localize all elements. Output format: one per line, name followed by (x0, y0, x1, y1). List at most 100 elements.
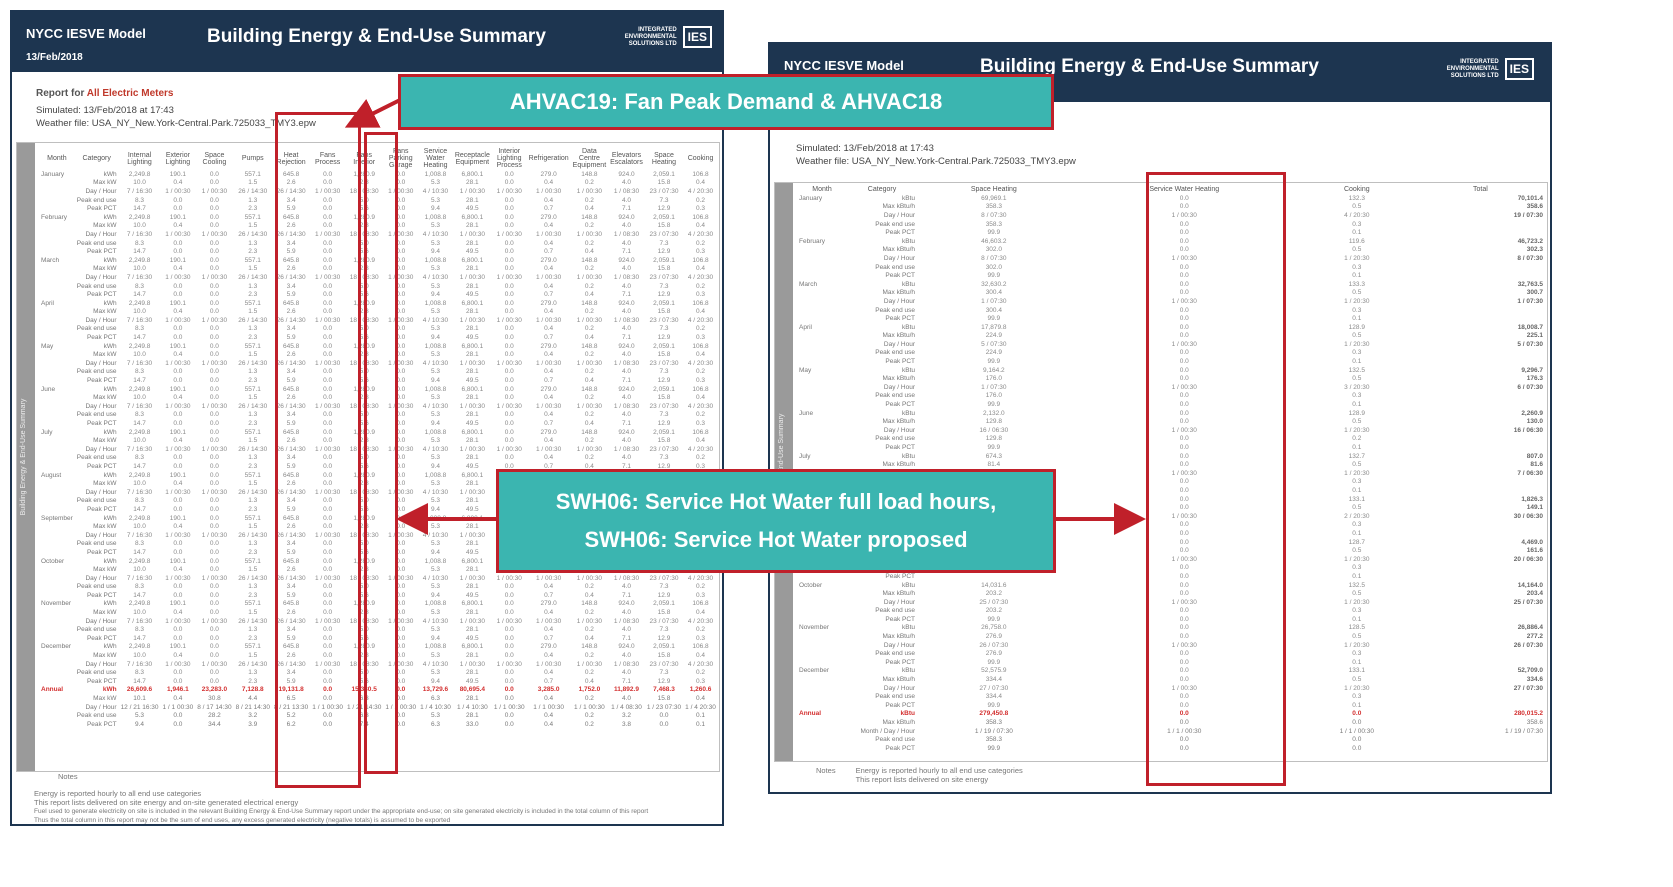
value-cell: 7 / 16:30 (126, 316, 153, 324)
value-cell: 7.1 (621, 377, 631, 385)
category-cell: Peak PCT (885, 701, 915, 709)
value-cell: 0.0 (209, 411, 219, 419)
value-cell: 25 / 07:30 (1513, 598, 1543, 606)
value-cell: 8 / 07:30 (981, 254, 1007, 262)
category-cell: Peak end use (76, 712, 117, 720)
value-cell: 0.1 (1352, 572, 1362, 580)
value-cell: 1 / 00:30 (576, 574, 603, 582)
category-cell: Peak end use (76, 368, 117, 376)
value-cell: 1.5 (248, 265, 258, 273)
value-cell: 1 / 00:30 (165, 445, 191, 453)
value-cell: 0.7 (544, 248, 554, 256)
value-cell: 1 / 00:30 (535, 273, 562, 281)
value-cell: 0.4 (544, 583, 554, 591)
value-cell: 0.4 (696, 351, 706, 359)
value-cell: 0.0 (173, 720, 183, 728)
report-for: Report for All Electric Meters (36, 88, 173, 99)
value-cell: 0.4 (584, 248, 594, 256)
value-cell: 4.0 (621, 454, 631, 462)
value-cell: 5.3 (430, 609, 440, 617)
note-line: Thus the total column in this report may… (34, 817, 451, 824)
value-cell: 9.4 (430, 677, 440, 685)
value-cell: 26,609.6 (126, 686, 153, 694)
value-cell: 5.3 (430, 239, 440, 247)
value-cell: 0.2 (584, 394, 594, 402)
model-name: NYCC IESVE Model (26, 26, 146, 41)
value-cell: 7.3 (659, 196, 669, 204)
value-cell: 0.0 (173, 591, 183, 599)
value-cell: 1 / 00:30 (535, 445, 562, 453)
value-cell: 0.0 (209, 282, 219, 290)
value-cell: 1 / 00:30 (718, 617, 719, 626)
value-cell: 49.5 (466, 634, 479, 642)
category-cell: Max kBtu/h (882, 375, 915, 383)
value-cell: 0.0 (504, 428, 514, 436)
value-cell: 1 / 00:30 (496, 230, 522, 238)
value-cell: 10.0 (133, 523, 146, 531)
value-cell: 49.5 (466, 291, 479, 299)
value-cell: 0.0 (173, 291, 183, 299)
value-cell: 106.8 (692, 213, 709, 221)
model-name: NYCC IESVE Model (784, 58, 904, 73)
value-cell: 15.8 (657, 179, 671, 187)
value-cell: 0.3 (696, 377, 706, 385)
value-cell: 1 / 00:30 (459, 574, 485, 582)
value-cell: 5.3 (430, 583, 440, 591)
value-cell: 4 / 20:30 (687, 273, 714, 281)
month-cell (797, 727, 847, 736)
value-cell: 0.5 (1352, 633, 1362, 641)
value-cell: 7.3 (659, 583, 669, 591)
category-cell: Max kBtu/h (882, 461, 915, 469)
value-cell: 7 / 16:30 (126, 574, 153, 582)
value-cell: 5.3 (430, 523, 440, 531)
value-cell: 148.8 (581, 342, 598, 350)
value-cell: 0.5 (1352, 375, 1362, 383)
value-cell: 8 / 07:30 (1517, 254, 1543, 262)
month-cell (797, 735, 847, 744)
value-cell: 33.0 (466, 720, 479, 728)
value-cell: -3.4 (718, 694, 719, 703)
value-cell: 0.0 (659, 712, 669, 720)
value-cell: 0.2 (696, 239, 706, 247)
value-cell: 1 / 00:30 (201, 230, 228, 238)
month-cell (797, 426, 847, 435)
value-cell: 190.1 (169, 213, 187, 221)
value-cell: 6,800.1 (461, 213, 484, 221)
value-cell: 28.1 (466, 411, 479, 419)
value-cell: 0.4 (544, 179, 554, 187)
category-cell: Day / Hour (85, 703, 117, 711)
value-cell: 300.4 (985, 289, 1002, 297)
category-cell: Peak PCT (86, 462, 117, 470)
value-cell: 4.0 (621, 265, 631, 273)
value-cell: 4 / 10:30 (422, 445, 449, 453)
value-cell: 279.0 (540, 213, 557, 221)
value-cell: 7 / 16:30 (126, 531, 153, 539)
column-header: Data Centre Equipment (572, 148, 607, 169)
value-cell: 279.0 (540, 256, 557, 264)
category-cell: Peak end use (875, 263, 915, 271)
value-cell: 1 / 00:30 (576, 402, 603, 410)
value-cell: 7.1 (621, 677, 631, 685)
category-cell: kBtu (901, 409, 915, 417)
value-cell: 10.0 (133, 609, 146, 617)
value-cell: 12.9 (657, 205, 671, 213)
value-cell: 0.3 (696, 248, 706, 256)
category-cell: Day / Hour (883, 684, 915, 692)
value-cell: 148.8 (581, 643, 598, 651)
month-cell: May (799, 366, 812, 374)
category-cell: Max kW (93, 437, 117, 445)
value-cell: 1 / 00:30 (201, 273, 228, 281)
category-cell: Max kW (93, 609, 117, 617)
category-cell: Day / Hour (85, 617, 117, 625)
value-cell: 2.3 (248, 462, 258, 470)
category-cell: Peak end use (76, 497, 117, 505)
value-cell: 0.3 (1352, 650, 1362, 658)
value-cell: 176.0 (985, 392, 1002, 400)
value-cell: 0.4 (173, 394, 183, 402)
value-cell: 1.5 (248, 308, 258, 316)
value-cell (1416, 521, 1545, 530)
value-cell: 2,249.8 (128, 514, 151, 522)
value-cell: 2,132.0 (982, 409, 1005, 417)
value-cell: 0.3 (1352, 478, 1362, 486)
month-cell (39, 591, 75, 600)
